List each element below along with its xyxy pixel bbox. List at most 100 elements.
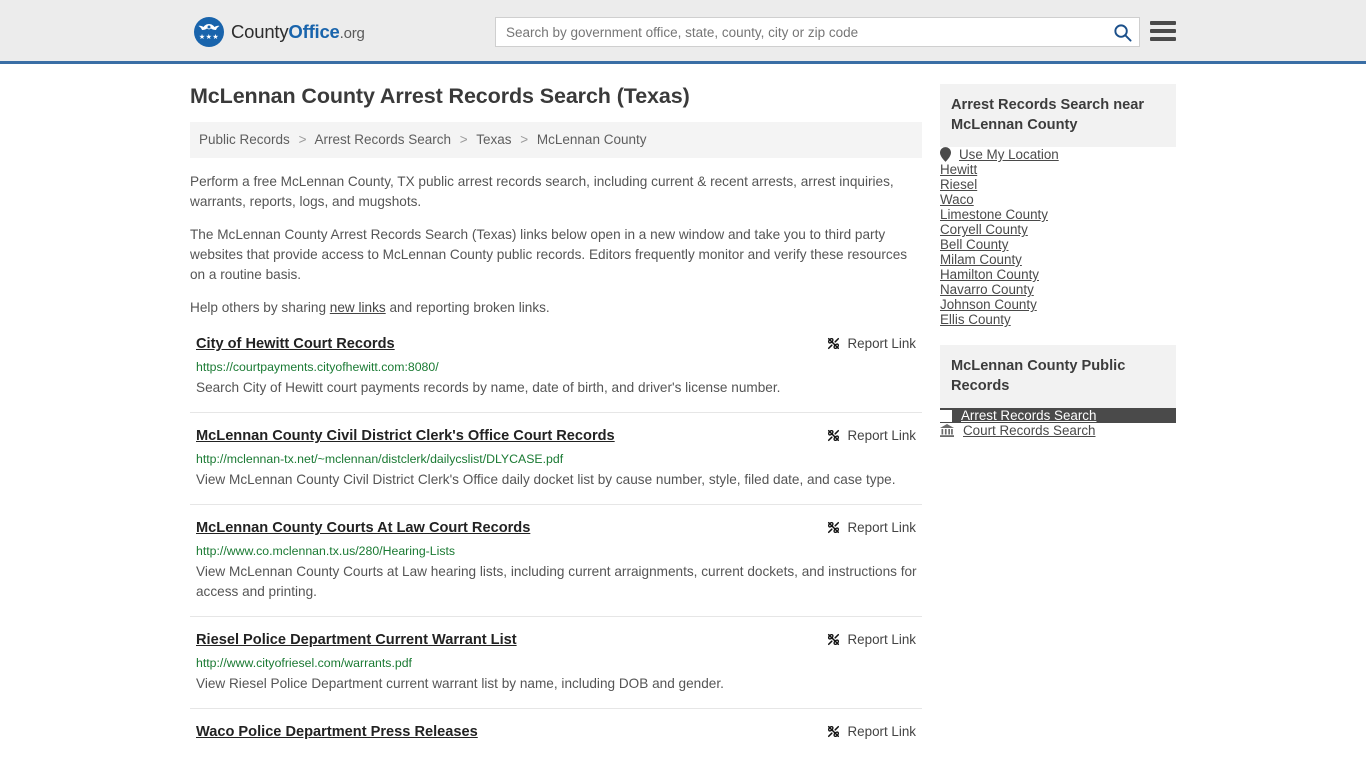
intro-p3-before: Help others by sharing: [190, 300, 330, 316]
near-item-hewitt[interactable]: Hewitt: [940, 162, 1176, 177]
near-item-coryell-county[interactable]: Coryell County: [940, 222, 1176, 237]
result-item: McLennan County Civil District Clerk's O…: [190, 412, 922, 504]
near-link[interactable]: Riesel: [940, 177, 977, 192]
result-description: Search City of Hewitt court payments rec…: [196, 380, 781, 396]
near-link[interactable]: Waco: [940, 192, 974, 207]
intro-p3-after: and reporting broken links.: [385, 300, 550, 316]
report-link-button[interactable]: Report Link: [826, 723, 922, 739]
hamburger-menu-icon-bar: [1150, 29, 1176, 33]
new-links-link[interactable]: new links: [330, 300, 386, 315]
search-button[interactable]: [1105, 18, 1139, 46]
public-records-list: Arrest Records Search Court Records Sear…: [940, 408, 1176, 438]
near-link[interactable]: Hamilton County: [940, 267, 1039, 282]
near-link[interactable]: Johnson County: [940, 297, 1037, 312]
broken-link-icon: [827, 522, 839, 534]
report-link-label: Report Link: [847, 428, 916, 444]
hamburger-menu-icon-bar: [1150, 21, 1176, 25]
records-item-arrest-records-search[interactable]: Arrest Records Search: [940, 408, 1176, 423]
use-my-location-row[interactable]: Use My Location: [940, 147, 1176, 162]
report-link-button[interactable]: Report Link: [826, 335, 922, 351]
near-item-navarro-county[interactable]: Navarro County: [940, 282, 1176, 297]
breadcrumb: Public Records > Arrest Records Search >…: [190, 122, 922, 159]
near-item-hamilton-county[interactable]: Hamilton County: [940, 267, 1176, 282]
report-link-label: Report Link: [847, 724, 916, 740]
report-link-button[interactable]: Report Link: [826, 519, 922, 535]
result-url: http://mclennan-tx.net/~mclennan/distcle…: [196, 452, 564, 467]
near-item-milam-county[interactable]: Milam County: [940, 252, 1176, 267]
result-url: https://courtpayments.cityofhewitt.com:8…: [196, 360, 439, 375]
near-link[interactable]: Milam County: [940, 252, 1022, 267]
broken-link-icon: [827, 634, 839, 646]
logo-text-county: County: [231, 21, 289, 42]
breadcrumb-separator: >: [459, 132, 468, 147]
broken-link-icon: [827, 726, 839, 738]
near-item-johnson-county[interactable]: Johnson County: [940, 297, 1176, 312]
result-url: http://www.cityofriesel.com/warrants.pdf: [196, 656, 412, 671]
broken-link-icon: [827, 430, 839, 442]
result-description: View Riesel Police Department current wa…: [196, 676, 724, 692]
search-bar[interactable]: [495, 17, 1140, 47]
report-link-label: Report Link: [847, 520, 916, 536]
near-link[interactable]: Limestone County: [940, 207, 1048, 222]
near-link[interactable]: Hewitt: [940, 162, 977, 177]
report-link-label: Report Link: [847, 336, 916, 352]
result-title-link[interactable]: Riesel Police Department Current Warrant…: [196, 631, 517, 650]
hamburger-menu-button[interactable]: [1150, 19, 1176, 43]
report-link-button[interactable]: Report Link: [826, 631, 922, 647]
result-item: Riesel Police Department Current Warrant…: [190, 616, 922, 708]
intro-text: Perform a free McLennan County, TX publi…: [190, 172, 922, 318]
public-records-heading: McLennan County Public Records: [940, 345, 1176, 408]
breadcrumb-item-arrest-records-search[interactable]: Arrest Records Search: [314, 132, 451, 147]
site-logo[interactable]: ★★★ CountyOffice.org: [194, 17, 365, 47]
page-title: McLennan County Arrest Records Search (T…: [190, 84, 690, 108]
site-logo-text: CountyOffice.org: [231, 21, 365, 43]
stars-icon: ★★★: [198, 34, 220, 41]
near-item-waco[interactable]: Waco: [940, 192, 1176, 207]
result-url: http://www.co.mclennan.tx.us/280/Hearing…: [196, 544, 456, 559]
search-input[interactable]: [496, 18, 1105, 46]
square-icon: [940, 409, 952, 422]
near-link[interactable]: Ellis County: [940, 312, 1011, 327]
broken-link-icon: [827, 338, 839, 350]
logo-text-office: Office: [288, 21, 340, 42]
results-list: City of Hewitt Court Records Report Link: [190, 331, 922, 756]
countyoffice-logo-icon: ★★★: [194, 17, 224, 47]
page-body: McLennan County Arrest Records Search (T…: [0, 64, 1366, 756]
result-title-link[interactable]: Waco Police Department Press Releases: [196, 723, 478, 742]
hamburger-menu-icon-bar: [1150, 37, 1176, 41]
near-item-limestone-county[interactable]: Limestone County: [940, 207, 1176, 222]
intro-paragraph-2: The McLennan County Arrest Records Searc…: [190, 227, 908, 283]
near-link[interactable]: Navarro County: [940, 282, 1034, 297]
near-link[interactable]: Coryell County: [940, 222, 1028, 237]
sidebar: Arrest Records Search near McLennan Coun…: [940, 84, 1176, 756]
result-description: View McLennan County Civil District Cler…: [196, 472, 896, 488]
near-panel-heading: Arrest Records Search near McLennan Coun…: [940, 84, 1176, 147]
near-link[interactable]: Bell County: [940, 237, 1008, 252]
breadcrumb-separator: >: [298, 132, 307, 147]
records-item-court-records-search[interactable]: Court Records Search: [940, 423, 1176, 438]
breadcrumb-item-public-records[interactable]: Public Records: [199, 132, 290, 147]
result-title-link[interactable]: McLennan County Civil District Clerk's O…: [196, 427, 615, 446]
near-item-ellis-county[interactable]: Ellis County: [940, 312, 1176, 327]
use-my-location-link[interactable]: Use My Location: [959, 147, 1059, 162]
site-header: ★★★ CountyOffice.org: [0, 0, 1366, 64]
result-description: View McLennan County Courts at Law heari…: [196, 564, 917, 600]
public-records-panel: McLennan County Public Records Arrest Re…: [940, 345, 1176, 438]
result-item: City of Hewitt Court Records Report Link: [190, 331, 922, 412]
intro-paragraph-1: Perform a free McLennan County, TX publi…: [190, 174, 894, 210]
result-title-link[interactable]: McLennan County Courts At Law Court Reco…: [196, 519, 530, 538]
near-item-bell-county[interactable]: Bell County: [940, 237, 1176, 252]
near-panel-list: Use My Location Hewitt Riesel Waco Limes…: [940, 147, 1176, 327]
near-panel: Arrest Records Search near McLennan Coun…: [940, 84, 1176, 327]
result-item: McLennan County Courts At Law Court Reco…: [190, 504, 922, 616]
records-item-label: Court Records Search: [963, 423, 1096, 438]
records-item-label: Arrest Records Search: [961, 408, 1097, 423]
breadcrumb-separator: >: [520, 132, 529, 147]
near-item-riesel[interactable]: Riesel: [940, 177, 1176, 192]
result-title-link[interactable]: City of Hewitt Court Records: [196, 335, 395, 354]
breadcrumb-item-texas[interactable]: Texas: [476, 132, 511, 147]
report-link-button[interactable]: Report Link: [826, 427, 922, 443]
map-pin-icon: [940, 147, 951, 162]
courthouse-icon: [940, 424, 954, 437]
breadcrumb-item-mclennan-county[interactable]: McLennan County: [537, 132, 647, 147]
